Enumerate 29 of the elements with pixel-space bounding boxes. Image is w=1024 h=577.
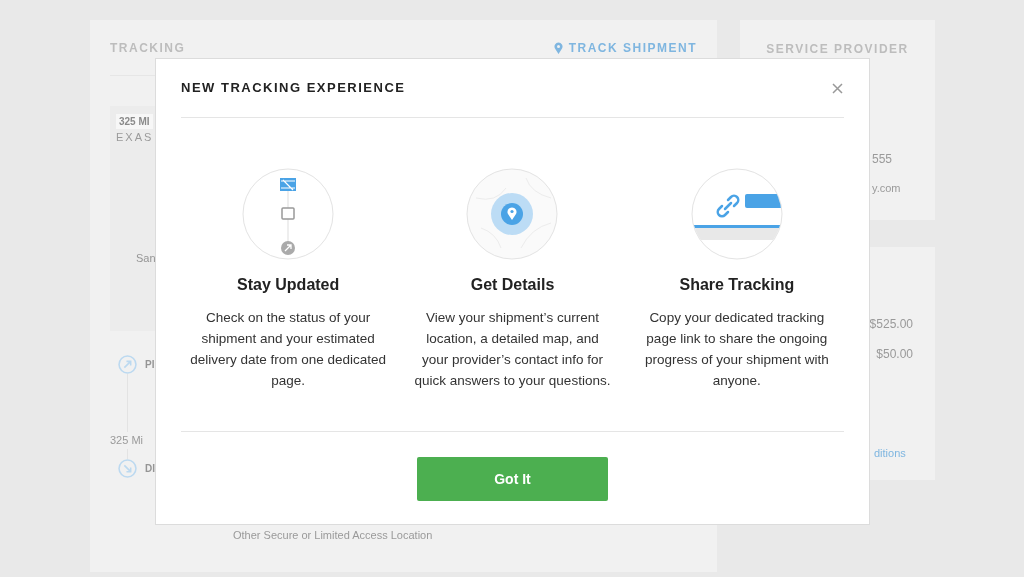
map-pin-illustration-icon xyxy=(466,168,559,260)
got-it-button[interactable]: Got It xyxy=(417,457,608,501)
stop-label: PI xyxy=(145,358,155,372)
up-arrow-circle-icon xyxy=(118,355,137,374)
distance-badge: 325 MI xyxy=(116,114,153,129)
location-type-text: Other Secure or Limited Access Location xyxy=(233,527,433,542)
feature-title: Share Tracking xyxy=(679,275,795,295)
map-region-label: EXAS xyxy=(116,130,155,145)
feature-title: Stay Updated xyxy=(237,275,340,295)
map-city-label: San xyxy=(136,250,157,266)
close-button[interactable] xyxy=(830,81,844,95)
feature-description: Copy your dedicated tracking page link to share the ongoing progress of your shipment with anyone. xyxy=(643,309,830,390)
track-shipment-link[interactable]: TRACK SHIPMENT xyxy=(553,39,697,57)
pin-icon xyxy=(553,42,563,54)
timeline-illustration-icon xyxy=(242,168,335,260)
modal-title: NEW TRACKING EXPERIENCE xyxy=(181,79,406,98)
terms-link[interactable]: ditions xyxy=(874,445,906,462)
distance-text: 325 Mi xyxy=(110,433,145,448)
close-icon xyxy=(831,82,843,94)
down-arrow-circle-icon xyxy=(118,458,137,478)
link-illustration-icon xyxy=(690,168,783,260)
price-text: $525.00 xyxy=(869,316,913,333)
price-text: $50.00 xyxy=(876,346,913,363)
feature-description: Check on the status of your shipment and your estimated delivery date from one dedicated page. xyxy=(189,309,388,390)
email-text: y.com xyxy=(872,181,902,196)
feature-title: Get Details xyxy=(470,275,555,295)
stop-label: DI xyxy=(145,461,155,476)
phone-text: 555 xyxy=(872,151,894,168)
feature-description: View your shipment’s current location, a detailed map, and your provider’s contact info for quick answers to your questions. xyxy=(413,309,612,390)
